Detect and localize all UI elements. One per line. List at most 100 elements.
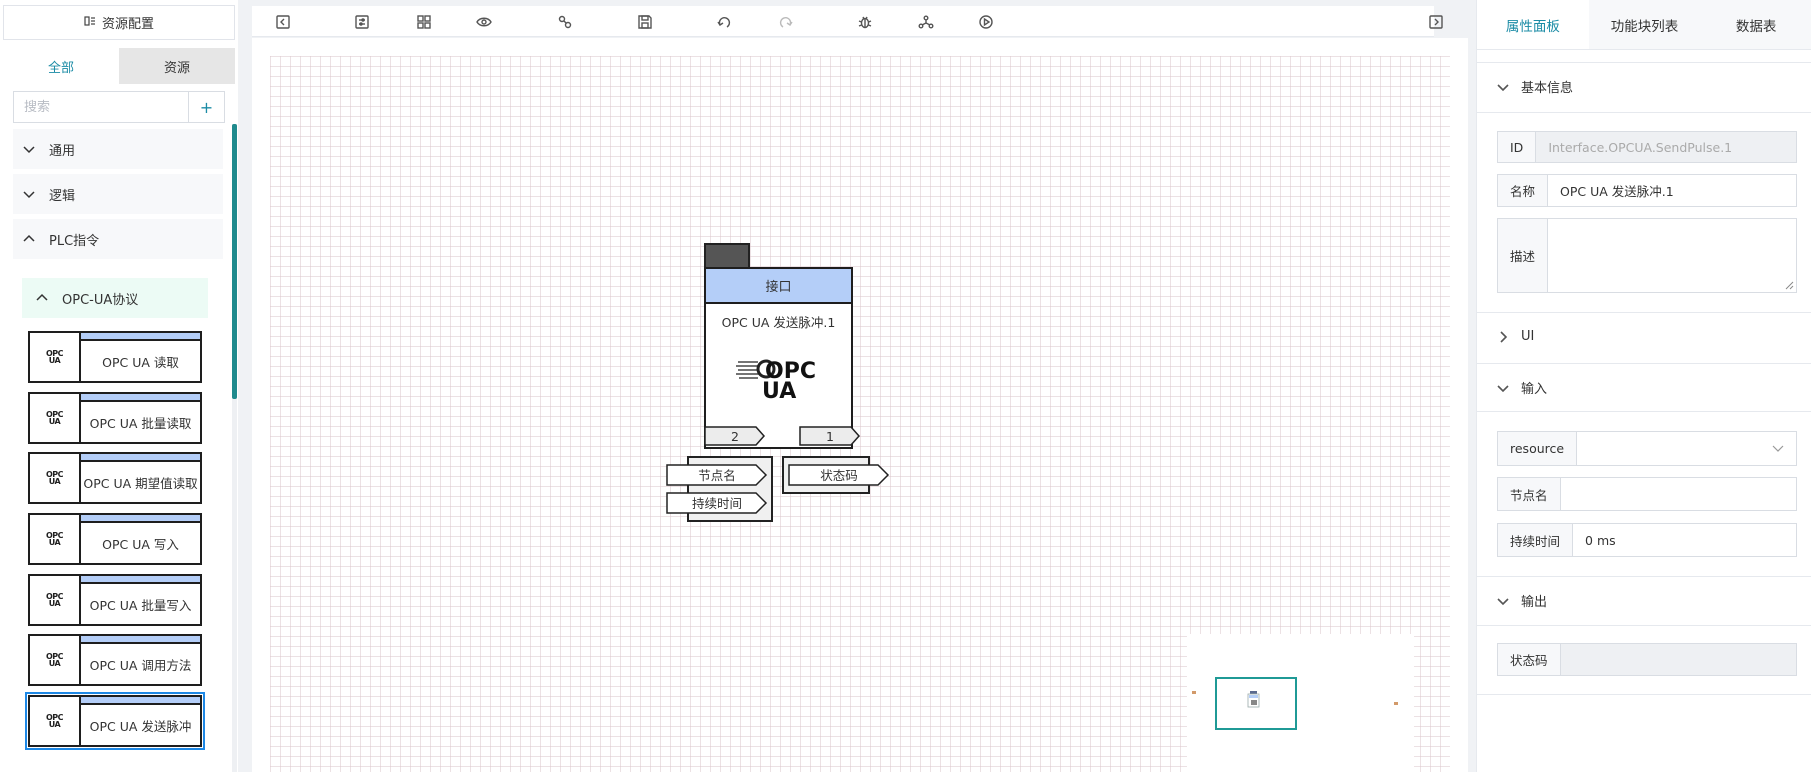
- name-input[interactable]: OPC UA 发送脉冲.1: [1548, 175, 1796, 206]
- undo-icon: [717, 17, 731, 28]
- block-header-bar: [81, 636, 200, 644]
- tab-all[interactable]: 全部: [3, 48, 119, 84]
- category-logic[interactable]: 逻辑: [13, 174, 223, 214]
- layout-grid-icon: [417, 15, 431, 29]
- logo-text-bottom: UA: [48, 720, 61, 729]
- tab-resources[interactable]: 资源: [119, 48, 235, 84]
- resize-handle-icon[interactable]: [1785, 281, 1794, 290]
- redo-button[interactable]: [776, 12, 796, 32]
- logo-text-bottom: UA: [48, 599, 61, 608]
- tab-properties[interactable]: 属性面板: [1477, 0, 1589, 49]
- block-header-bar: [81, 697, 200, 705]
- collapse-right-button[interactable]: [1426, 12, 1446, 32]
- debug-button[interactable]: [855, 12, 875, 32]
- tab-function-blocks[interactable]: 功能块列表: [1589, 0, 1701, 49]
- chevron-down-icon: [23, 146, 35, 154]
- duration-field[interactable]: 持续时间 0 ms: [1497, 523, 1797, 557]
- logo-text-bottom: UA: [48, 659, 61, 668]
- field-label: ID: [1498, 132, 1537, 162]
- subcategory-opc-ua[interactable]: OPC-UA协议: [22, 278, 208, 318]
- search-input[interactable]: [13, 91, 189, 123]
- link-icon: [558, 15, 572, 29]
- layout-grid-button[interactable]: [414, 12, 434, 32]
- undo-button[interactable]: [714, 12, 734, 32]
- status-code-value: [1560, 644, 1796, 675]
- link-button[interactable]: [555, 12, 575, 32]
- category-general[interactable]: 通用: [13, 129, 223, 169]
- block-opc-ua-expected-read[interactable]: OPC UA OPC UA 期望值读取: [28, 452, 202, 504]
- field-label: 名称: [1498, 175, 1549, 206]
- save-button[interactable]: [635, 12, 655, 32]
- output-port-status-code[interactable]: 状态码: [788, 464, 890, 486]
- minimap[interactable]: [1187, 634, 1414, 772]
- block-opc-ua-batch-write[interactable]: OPC UA OPC UA 批量写入: [28, 574, 202, 626]
- add-button[interactable]: +: [189, 91, 225, 123]
- opc-ua-logo-icon: OPC UA: [30, 576, 81, 624]
- output-port-label: 状态码: [820, 467, 858, 483]
- section-input[interactable]: 输入: [1477, 363, 1811, 411]
- logo-text-bottom: UA: [48, 417, 61, 426]
- minimap-viewport[interactable]: [1215, 677, 1297, 730]
- settings-list-button[interactable]: [352, 12, 372, 32]
- duration-input[interactable]: 0 ms: [1573, 524, 1796, 556]
- share-nodes-button[interactable]: [916, 12, 936, 32]
- opc-ua-logo-icon: OPC UA: [30, 394, 81, 442]
- block-label: OPC UA 发送脉冲: [89, 718, 192, 734]
- block-opc-ua-send-pulse[interactable]: OPC UA OPC UA 发送脉冲: [25, 692, 205, 750]
- node-name-field[interactable]: 节点名: [1497, 477, 1797, 511]
- node-name: OPC UA 发送脉冲.1: [721, 315, 836, 330]
- opc-ua-logo-icon: OPC UA: [30, 515, 81, 563]
- block-label: OPC UA 写入: [102, 536, 179, 552]
- block-header-bar: [81, 394, 200, 402]
- section-title: 基本信息: [1521, 81, 1574, 96]
- preview-eye-icon: [476, 17, 492, 27]
- category-plc[interactable]: PLC指令: [13, 219, 223, 259]
- resource-select-value[interactable]: [1577, 432, 1796, 465]
- function-block-node[interactable]: 接口 OPC UA 发送脉冲.1 OPC UA: [704, 267, 853, 449]
- node-header: 接口: [706, 269, 851, 304]
- description-textarea[interactable]: [1548, 219, 1796, 292]
- section-title: UI: [1521, 329, 1535, 344]
- input-port-duration[interactable]: 持续时间: [666, 492, 768, 514]
- resource-panel: 资源配置 全部 资源 + 通用 逻辑 PLC指令 OPC-UA协议 OPCUA …: [0, 0, 238, 772]
- section-title: 输出: [1521, 595, 1548, 610]
- node-name-input[interactable]: [1561, 478, 1796, 510]
- preview-button[interactable]: [474, 12, 494, 32]
- block-opc-ua-read[interactable]: OPC UA OPC UA 读取: [28, 331, 202, 383]
- collapse-left-button[interactable]: [273, 12, 293, 32]
- input-port-label: 持续时间: [691, 495, 742, 511]
- section-output[interactable]: 输出: [1477, 576, 1811, 624]
- node-drag-tab[interactable]: [704, 243, 750, 269]
- category-label: 逻辑: [49, 188, 76, 204]
- opc-ua-logo-icon: OPC UA: [736, 354, 826, 404]
- block-opc-ua-batch-read[interactable]: OPC UA OPC UA 批量读取: [28, 392, 202, 444]
- tab-data-table[interactable]: 数据表: [1700, 0, 1811, 49]
- save-icon: [638, 15, 652, 29]
- name-field[interactable]: 名称 OPC UA 发送脉冲.1: [1497, 174, 1797, 207]
- block-header-bar: [81, 515, 200, 523]
- chevron-up-icon: [23, 234, 35, 242]
- block-opc-ua-call-method[interactable]: OPC UA OPC UA 调用方法: [28, 634, 202, 686]
- logo-text-bottom: UA: [48, 356, 61, 365]
- logo-text-bottom: UA: [48, 477, 61, 486]
- field-label: 持续时间: [1498, 524, 1574, 556]
- section-basic-info[interactable]: 基本信息: [1477, 62, 1811, 110]
- resource-config-header[interactable]: 资源配置: [3, 5, 235, 40]
- run-button[interactable]: [976, 12, 996, 32]
- divider: [1477, 625, 1811, 626]
- section-ui[interactable]: UI: [1477, 312, 1811, 360]
- block-opc-ua-write[interactable]: OPC UA OPC UA 写入: [28, 513, 202, 565]
- scrollbar-thumb[interactable]: [232, 124, 237, 399]
- block-header-bar: [81, 454, 200, 462]
- opc-ua-logo-icon: OPC UA: [30, 333, 81, 381]
- opc-ua-logo-icon: OPC UA: [30, 697, 81, 745]
- subcategory-label: OPC-UA协议: [62, 292, 139, 308]
- resource-select[interactable]: resource: [1497, 431, 1797, 466]
- opc-ua-logo-icon: OPC UA: [30, 454, 81, 502]
- input-port-node-name[interactable]: 节点名: [666, 464, 768, 486]
- block-label: OPC UA 读取: [102, 354, 179, 370]
- divider: [1477, 694, 1811, 695]
- block-header-bar: [81, 576, 200, 584]
- run-play-icon: [979, 15, 993, 29]
- description-field[interactable]: 描述: [1497, 218, 1797, 293]
